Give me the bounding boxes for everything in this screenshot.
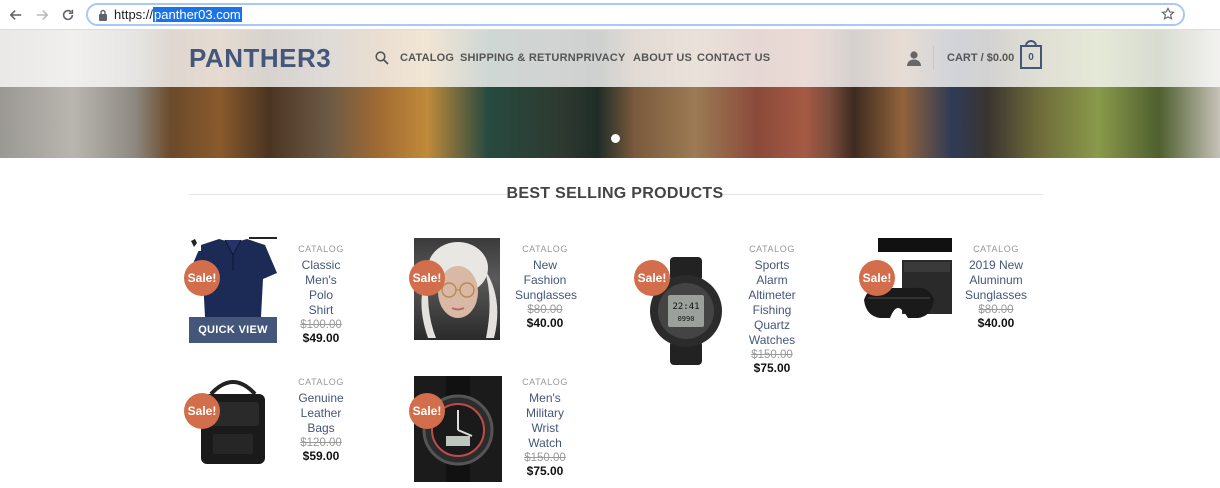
product-price: $40.00 [526, 316, 564, 330]
nav-about-us[interactable]: ABOUT US [633, 52, 692, 64]
url-host: panther03.com [153, 7, 242, 22]
product-info: CATALOG Genuine Leather Bags $120.00 $59… [281, 376, 361, 463]
product-price: $75.00 [526, 464, 564, 478]
browser-toolbar: https://panther03.com [0, 0, 1220, 30]
sale-badge: Sale! [409, 393, 445, 429]
forward-arrow-icon[interactable] [32, 5, 52, 25]
hero-banner: PANTHER3 CATALOG SHIPPING & RETURN PRIVA… [0, 30, 1220, 158]
product-price: $75.00 [753, 361, 791, 375]
cart-link[interactable]: CART / $0.00 [947, 52, 1014, 64]
product-price: $40.00 [977, 316, 1015, 330]
product-category[interactable]: CATALOG [505, 243, 585, 255]
sale-badge: Sale! [409, 260, 445, 296]
reload-icon[interactable] [58, 5, 78, 25]
nav-privacy[interactable]: PRIVACY [576, 52, 625, 64]
product-price: $59.00 [302, 449, 340, 463]
product-info: CATALOG Sports Alarm Altimeter Fishing Q… [732, 243, 812, 375]
product-category[interactable]: CATALOG [281, 243, 361, 255]
slider-dot[interactable] [611, 134, 620, 143]
url-scheme: https:// [114, 7, 154, 22]
sale-badge: Sale! [859, 260, 895, 296]
product-price: $49.00 [302, 331, 340, 345]
product-name[interactable]: Sports Alarm Altimeter Fishing Quartz Wa… [742, 258, 802, 348]
sale-badge: Sale! [184, 260, 220, 296]
sale-badge: Sale! [184, 393, 220, 429]
product-info: CATALOG 2019 New Aluminum Sunglasses $80… [956, 243, 1036, 330]
product-category[interactable]: CATALOG [732, 243, 812, 255]
back-arrow-icon[interactable] [6, 5, 26, 25]
product-name[interactable]: Classic Men's Polo Shirt [296, 258, 346, 318]
product-name[interactable]: New Fashion Sunglasses [515, 258, 577, 303]
section-title: BEST SELLING PRODUCTS [506, 185, 724, 202]
product-info: CATALOG New Fashion Sunglasses $80.00 $4… [505, 243, 585, 330]
sale-badge: Sale! [634, 260, 670, 296]
quick-view-button[interactable]: QUICK VIEW [189, 317, 277, 343]
svg-text:22:41: 22:41 [672, 302, 699, 312]
search-icon[interactable] [375, 51, 389, 65]
nav-contact-us[interactable]: CONTACT US [697, 52, 770, 64]
site-logo[interactable]: PANTHER3 [189, 43, 331, 74]
svg-text:0990: 0990 [678, 315, 695, 323]
cart-count-badge[interactable]: 0 [1020, 45, 1042, 69]
url-text[interactable]: https://panther03.com [114, 7, 242, 22]
product-image[interactable] [414, 376, 502, 482]
product-name[interactable]: Genuine Leather Bags [296, 391, 346, 436]
product-category[interactable]: CATALOG [505, 376, 585, 388]
header-divider [933, 46, 934, 70]
product-category[interactable]: CATALOG [281, 376, 361, 388]
product-name[interactable]: Men's Military Wrist Watch [520, 391, 570, 451]
product-info: CATALOG Classic Men's Polo Shirt $100.00… [281, 243, 361, 345]
nav-shipping-return[interactable]: SHIPPING & RETURN [460, 52, 576, 64]
lock-icon [99, 9, 107, 21]
nav-catalog[interactable]: CATALOG [400, 52, 454, 64]
address-bar[interactable]: https://panther03.com [86, 3, 1185, 26]
product-category[interactable]: CATALOG [956, 243, 1036, 255]
product-info: CATALOG Men's Military Wrist Watch $150.… [505, 376, 585, 478]
star-icon[interactable] [1161, 7, 1175, 21]
product-name[interactable]: 2019 New Aluminum Sunglasses [964, 258, 1028, 303]
user-icon[interactable] [906, 51, 922, 66]
